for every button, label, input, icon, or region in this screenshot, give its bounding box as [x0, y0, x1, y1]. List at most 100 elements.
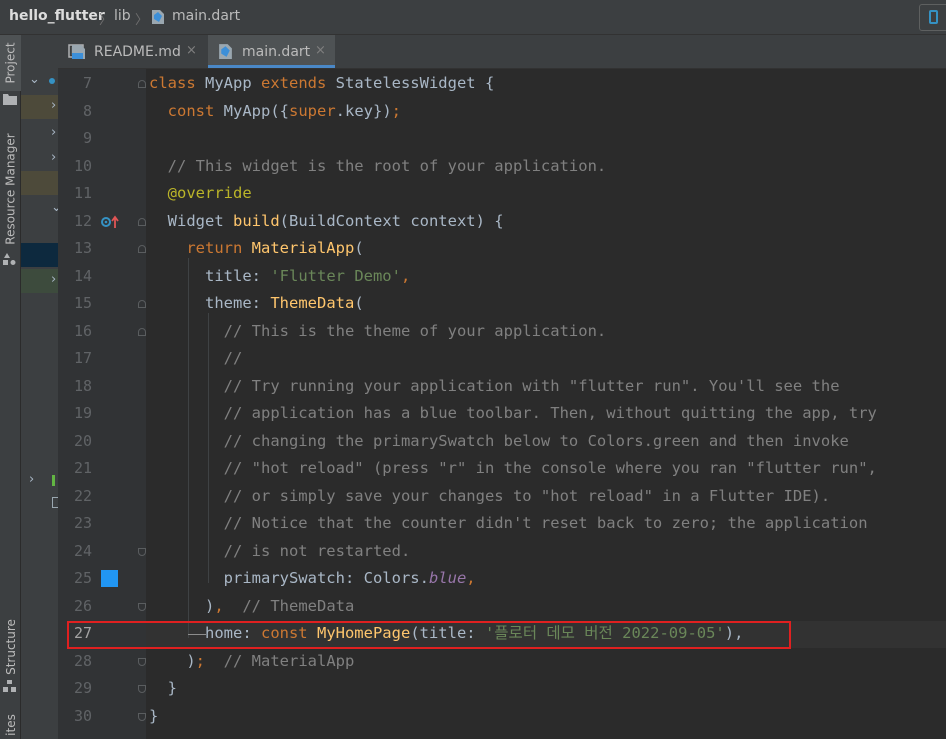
breadcrumb-project[interactable]: hello_flutter — [9, 8, 105, 24]
device-selector-button[interactable] — [919, 4, 946, 31]
line-number: 17 — [73, 349, 92, 367]
highlight-box — [67, 621, 791, 649]
dart-file-icon — [152, 10, 164, 24]
code-token: build — [233, 211, 280, 230]
code-line[interactable]: // Try running your application with "fl… — [149, 373, 840, 400]
tree-row[interactable] — [21, 491, 58, 515]
left-tool-strip: Project Resource Manager Structure ites — [0, 35, 21, 739]
code-line[interactable]: // This is the theme of your application… — [149, 318, 607, 345]
code-token: ( — [354, 239, 364, 257]
line-number: 25 — [73, 569, 92, 587]
line-number: 22 — [73, 486, 92, 505]
fold-marker-icon[interactable] — [138, 685, 146, 693]
line-number: 7 — [82, 74, 92, 92]
fold-marker-icon[interactable] — [138, 80, 146, 88]
code-token: blue — [428, 569, 467, 587]
breadcrumb-file[interactable]: main.dart — [172, 8, 240, 24]
code-token: // This widget is the root of your appli… — [149, 156, 607, 175]
tool-window-structure[interactable]: Structure — [0, 609, 21, 685]
line-number: 10 — [73, 156, 92, 175]
code-line[interactable]: const MyApp({super.key}); — [149, 98, 401, 125]
code-token: // or simply save your changes to "hot r… — [149, 486, 831, 505]
code-token: ; — [391, 101, 402, 120]
code-token: MaterialApp — [251, 239, 355, 257]
code-token: extends — [261, 74, 336, 92]
code-token: // — [149, 349, 243, 367]
code-line[interactable]: // changing the primarySwatch below to C… — [149, 428, 849, 455]
line-number: 8 — [82, 101, 92, 120]
line-number: 13 — [73, 239, 92, 257]
code-line[interactable]: @override — [149, 180, 252, 207]
code-line[interactable]: // — [149, 345, 243, 372]
code-token: theme: — [149, 294, 271, 312]
code-line[interactable]: // "hot reload" (press "r" in the consol… — [149, 455, 877, 482]
code-token: ThemeData — [270, 294, 355, 312]
code-line[interactable]: // Notice that the counter didn't reset … — [149, 510, 868, 537]
code-token: StatelessWidget { — [335, 74, 495, 92]
code-token: Widget — [149, 211, 233, 230]
fold-marker-icon[interactable] — [138, 602, 146, 611]
code-token: } — [149, 706, 159, 725]
code-line[interactable]: ), // ThemeData — [149, 593, 354, 620]
code-line[interactable]: class MyApp extends StatelessWidget { — [149, 70, 494, 97]
code-line[interactable]: // This widget is the root of your appli… — [149, 153, 607, 180]
tree-row[interactable]: › — [21, 147, 58, 171]
tool-window-resource-manager[interactable]: Resource Manager — [0, 127, 21, 251]
tool-window-project[interactable]: Project — [0, 35, 21, 91]
tree-row[interactable]: › — [21, 269, 58, 293]
code-line[interactable]: theme: ThemeData( — [149, 290, 364, 317]
breadcrumb-folder[interactable]: lib — [114, 8, 131, 24]
line-number: 18 — [73, 376, 92, 395]
code-token: ; — [195, 651, 206, 670]
tab-readme[interactable]: README.md × — [66, 35, 206, 68]
close-icon[interactable]: × — [315, 43, 326, 58]
code-line[interactable]: // or simply save your changes to "hot r… — [149, 483, 831, 510]
code-line[interactable]: ); // MaterialApp — [149, 648, 354, 675]
folder-icon — [3, 94, 17, 105]
tree-row[interactable]: › — [21, 122, 58, 146]
code-line[interactable]: Widget build(BuildContext context) { — [149, 208, 504, 235]
code-line[interactable]: } — [149, 703, 158, 730]
fold-marker-icon[interactable] — [138, 245, 146, 253]
code-line[interactable]: // is not restarted. — [149, 538, 411, 565]
code-token: 'Flutter Demo' — [270, 266, 401, 285]
code-line[interactable]: return MaterialApp( — [149, 235, 364, 262]
code-token: // application has a blue toolbar. Then,… — [149, 404, 877, 422]
breadcrumb-separator: 〉 — [99, 13, 113, 28]
override-method-icon[interactable] — [101, 214, 121, 228]
line-number: 11 — [73, 184, 92, 202]
tool-window-favorites[interactable]: ites — [0, 711, 21, 739]
tree-row[interactable]: › — [21, 469, 58, 493]
code-token: (BuildContext context) { — [279, 211, 504, 230]
color-swatch-icon[interactable] — [101, 570, 118, 587]
fold-marker-icon[interactable] — [138, 712, 146, 721]
tab-main-dart[interactable]: main.dart × — [208, 35, 335, 68]
code-token: // is not restarted. — [149, 541, 411, 560]
fold-marker-icon[interactable] — [138, 327, 146, 336]
fold-marker-icon[interactable] — [138, 300, 146, 308]
markdown-file-icon — [72, 45, 85, 59]
fold-marker-icon[interactable] — [138, 217, 146, 226]
tree-row-selected[interactable] — [21, 243, 58, 267]
library-icon — [52, 475, 55, 486]
line-number: 24 — [73, 541, 92, 560]
code-token: primarySwatch: Colors. — [149, 569, 429, 587]
tree-row[interactable] — [21, 171, 58, 195]
code-line[interactable]: // application has a blue toolbar. Then,… — [149, 400, 877, 427]
code-token: MyApp({ — [223, 101, 289, 120]
code-token: @override — [149, 184, 252, 202]
code-line[interactable]: primarySwatch: Colors.blue, — [149, 565, 476, 592]
code-token: const — [167, 101, 224, 120]
code-line[interactable]: title: 'Flutter Demo', — [149, 263, 410, 290]
fold-marker-icon[interactable] — [138, 657, 146, 666]
tree-row[interactable]: › — [21, 95, 58, 119]
code-token: // This is the theme of your application… — [149, 321, 607, 340]
code-line[interactable]: } — [149, 675, 177, 702]
code-token: ) — [149, 596, 215, 615]
close-icon[interactable]: × — [186, 43, 197, 58]
fold-marker-icon[interactable] — [138, 547, 146, 556]
tree-row[interactable]: ⌄ — [21, 69, 58, 93]
tree-row[interactable]: ⌄ — [21, 197, 58, 221]
code-token: title: — [149, 266, 271, 285]
code-token: class — [149, 74, 205, 92]
